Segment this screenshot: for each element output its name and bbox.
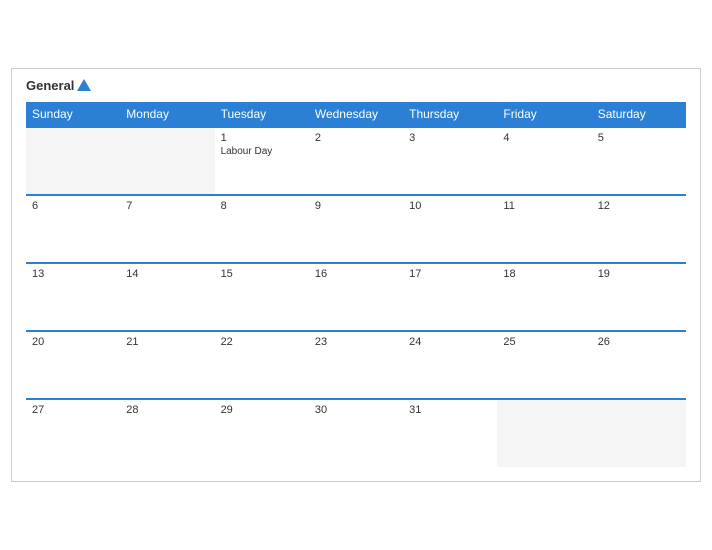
logo: General bbox=[26, 79, 91, 93]
day-number: 22 bbox=[221, 336, 303, 348]
day-number: 25 bbox=[503, 336, 585, 348]
logo-general-text: General bbox=[26, 79, 91, 93]
day-number: 27 bbox=[32, 404, 114, 416]
day-number: 7 bbox=[126, 200, 208, 212]
calendar-cell: 25 bbox=[497, 331, 591, 399]
day-number: 3 bbox=[409, 132, 491, 144]
week-row-2: 13 14 15 16 17 18 19 bbox=[26, 263, 686, 331]
calendar-cell: 20 bbox=[26, 331, 120, 399]
day-number: 29 bbox=[221, 404, 303, 416]
day-number: 14 bbox=[126, 268, 208, 280]
day-number: 9 bbox=[315, 200, 397, 212]
weekday-header-saturday: Saturday bbox=[592, 102, 686, 127]
day-number: 11 bbox=[503, 200, 585, 212]
calendar-cell: 10 bbox=[403, 195, 497, 263]
calendar-cell: 30 bbox=[309, 399, 403, 467]
day-number: 6 bbox=[32, 200, 114, 212]
calendar-cell bbox=[497, 399, 591, 467]
day-number: 21 bbox=[126, 336, 208, 348]
day-number: 4 bbox=[503, 132, 585, 144]
weekday-header-wednesday: Wednesday bbox=[309, 102, 403, 127]
calendar-cell: 19 bbox=[592, 263, 686, 331]
day-number: 16 bbox=[315, 268, 397, 280]
day-number: 19 bbox=[598, 268, 680, 280]
weekday-header-row: SundayMondayTuesdayWednesdayThursdayFrid… bbox=[26, 102, 686, 127]
day-number: 2 bbox=[315, 132, 397, 144]
day-number: 10 bbox=[409, 200, 491, 212]
calendar-cell: 11 bbox=[497, 195, 591, 263]
day-number: 31 bbox=[409, 404, 491, 416]
week-row-3: 20 21 22 23 24 25 26 bbox=[26, 331, 686, 399]
day-number: 28 bbox=[126, 404, 208, 416]
calendar-cell: 7 bbox=[120, 195, 214, 263]
day-number: 13 bbox=[32, 268, 114, 280]
week-row-0: 1 Labour Day 234 5 bbox=[26, 127, 686, 195]
calendar-container: General SundayMondayTuesdayWednesdayThur… bbox=[11, 68, 701, 481]
calendar-cell: 2 bbox=[309, 127, 403, 195]
calendar-cell: 13 bbox=[26, 263, 120, 331]
weekday-header-friday: Friday bbox=[497, 102, 591, 127]
day-number: 5 bbox=[598, 132, 680, 144]
day-number: 12 bbox=[598, 200, 680, 212]
calendar-cell: 22 bbox=[215, 331, 309, 399]
calendar-cell: 16 bbox=[309, 263, 403, 331]
day-number: 1 bbox=[221, 132, 303, 144]
weekday-header-sunday: Sunday bbox=[26, 102, 120, 127]
day-number: 30 bbox=[315, 404, 397, 416]
calendar-cell bbox=[592, 399, 686, 467]
calendar-cell: 21 bbox=[120, 331, 214, 399]
calendar-cell: 29 bbox=[215, 399, 309, 467]
calendar-cell: 9 bbox=[309, 195, 403, 263]
calendar-cell: 8 bbox=[215, 195, 309, 263]
calendar-table: SundayMondayTuesdayWednesdayThursdayFrid… bbox=[26, 102, 686, 467]
calendar-cell: 26 bbox=[592, 331, 686, 399]
day-number: 8 bbox=[221, 200, 303, 212]
day-number: 23 bbox=[315, 336, 397, 348]
calendar-cell: 14 bbox=[120, 263, 214, 331]
holiday-label: Labour Day bbox=[221, 146, 303, 157]
calendar-cell bbox=[26, 127, 120, 195]
calendar-cell: 24 bbox=[403, 331, 497, 399]
calendar-cell: 23 bbox=[309, 331, 403, 399]
calendar-cell: 12 bbox=[592, 195, 686, 263]
calendar-cell: 31 bbox=[403, 399, 497, 467]
weekday-header-tuesday: Tuesday bbox=[215, 102, 309, 127]
calendar-cell: 5 bbox=[592, 127, 686, 195]
calendar-cell: 17 bbox=[403, 263, 497, 331]
calendar-cell: 6 bbox=[26, 195, 120, 263]
week-row-1: 67 89 10 11 12 bbox=[26, 195, 686, 263]
day-number: 24 bbox=[409, 336, 491, 348]
calendar-cell: 27 bbox=[26, 399, 120, 467]
calendar-cell bbox=[120, 127, 214, 195]
calendar-cell: 1 Labour Day bbox=[215, 127, 309, 195]
day-number: 26 bbox=[598, 336, 680, 348]
day-number: 20 bbox=[32, 336, 114, 348]
calendar-cell: 4 bbox=[497, 127, 591, 195]
logo-triangle-icon bbox=[77, 79, 91, 91]
day-number: 17 bbox=[409, 268, 491, 280]
calendar-cell: 28 bbox=[120, 399, 214, 467]
calendar-header: General bbox=[26, 79, 686, 93]
weekday-header-monday: Monday bbox=[120, 102, 214, 127]
week-row-4: 27 28 29 30 31 bbox=[26, 399, 686, 467]
calendar-cell: 18 bbox=[497, 263, 591, 331]
calendar-cell: 3 bbox=[403, 127, 497, 195]
day-number: 15 bbox=[221, 268, 303, 280]
weekday-header-thursday: Thursday bbox=[403, 102, 497, 127]
day-number: 18 bbox=[503, 268, 585, 280]
calendar-cell: 15 bbox=[215, 263, 309, 331]
